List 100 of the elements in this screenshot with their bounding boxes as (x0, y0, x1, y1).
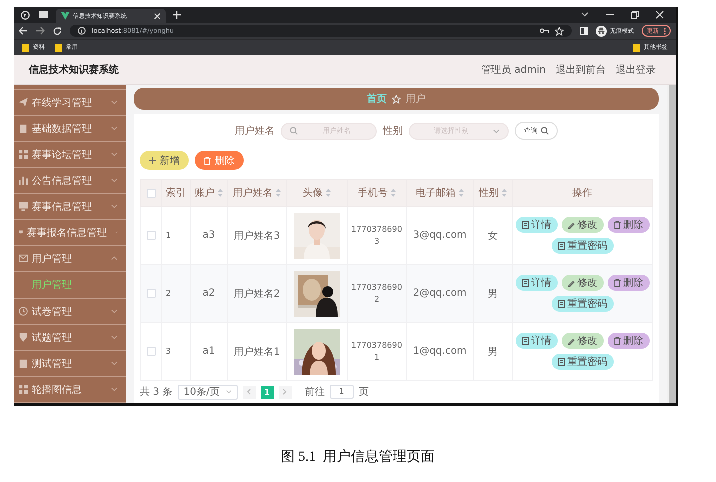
document-icon (558, 300, 564, 308)
close-icon[interactable] (154, 12, 161, 20)
user-label: 管理员 admin (481, 64, 546, 76)
menu-item[interactable]: 基础数据管理 (14, 116, 126, 142)
document-icon (558, 242, 564, 250)
grid-icon (19, 150, 28, 159)
menu-item[interactable]: 试题管理 (14, 325, 126, 351)
menu-item[interactable]: 在线学习管理 (14, 90, 126, 116)
checkbox[interactable] (146, 188, 156, 198)
table-cell: 3@qq.com (413, 230, 467, 241)
table-cell: 17703786901 (350, 340, 404, 364)
detail-button[interactable]: 详情 (516, 217, 558, 233)
table-cell: 1 (166, 231, 172, 240)
chevron-down-icon (111, 309, 118, 314)
add-button[interactable]: 新增 (140, 151, 189, 170)
monitor-icon (19, 202, 28, 211)
chevron-down-icon[interactable] (581, 12, 589, 18)
menu-item[interactable]: 公告信息管理 (14, 168, 126, 194)
table-cell: 用户姓名2 (234, 288, 280, 300)
chevron-up-icon (111, 256, 118, 261)
edit-button[interactable]: 修改 (562, 217, 604, 233)
header-link[interactable]: 退出到前台 (556, 62, 606, 76)
menu-item[interactable]: 试卷管理 (14, 299, 126, 325)
send-icon (19, 98, 28, 107)
chevron-down-icon (111, 335, 118, 340)
submenu-item[interactable]: 用户管理 (14, 272, 126, 299)
page-button[interactable]: 1 (260, 386, 274, 398)
delete-button[interactable]: 删除 (608, 217, 650, 233)
chevron-down-icon (111, 100, 118, 105)
page-size-select[interactable]: 10条/页 (178, 384, 238, 400)
pencil-icon (568, 338, 574, 344)
back-icon[interactable] (19, 27, 28, 35)
mail-icon (19, 254, 28, 263)
header-link[interactable]: 退出登录 (616, 62, 656, 76)
menu-item[interactable]: 轮播图信息 (14, 377, 126, 403)
detail-button[interactable]: 详情 (516, 333, 558, 349)
menu-item[interactable]: 赛事论坛管理 (14, 142, 126, 168)
incognito-icon (596, 26, 607, 36)
table-cell: 女 (488, 230, 498, 242)
search-icon (290, 127, 298, 135)
total-count: 共 3 条 (140, 386, 173, 399)
reset-password-button[interactable]: 重置密码 (552, 296, 614, 312)
detail-button[interactable]: 详情 (516, 275, 558, 291)
trash-icon (204, 156, 211, 164)
column-header[interactable]: 头像 (303, 186, 323, 200)
table-cell: 2 (166, 289, 172, 298)
field-label: 用户姓名 (235, 124, 275, 138)
chevron-down-icon (493, 128, 500, 134)
document-icon (522, 279, 528, 287)
menu-item[interactable]: 用户管理 (14, 246, 126, 272)
edit-button[interactable]: 修改 (562, 275, 604, 291)
trash-icon (614, 337, 620, 345)
document-icon (522, 337, 528, 345)
figure-caption: 图 5.1 用户信息管理页面 (280, 448, 436, 466)
edit-button[interactable]: 修改 (562, 333, 604, 349)
chevron-right-icon (283, 389, 288, 395)
chevron-down-icon (226, 390, 232, 394)
table-cell: a1 (202, 346, 216, 357)
tab-strip-icon[interactable] (37, 11, 51, 19)
delete-button[interactable]: 删除 (195, 151, 244, 170)
goto-page-field[interactable]: 1 (330, 385, 354, 399)
new-tab-icon[interactable] (173, 11, 181, 19)
scrollbar[interactable] (667, 85, 676, 403)
checkbox[interactable] (146, 288, 156, 298)
table-cell: 17703786902 (350, 282, 404, 306)
breadcrumb-link[interactable]: 首页 (367, 92, 387, 106)
delete-button[interactable]: 删除 (608, 275, 650, 291)
column-header: 操作 (572, 187, 592, 200)
side-panel-icon[interactable] (580, 27, 588, 35)
restore-icon[interactable] (631, 11, 639, 19)
reset-password-button[interactable]: 重置密码 (552, 354, 614, 370)
key-icon[interactable] (540, 28, 549, 34)
reset-password-button[interactable]: 重置密码 (552, 238, 614, 254)
pencil-icon (568, 280, 574, 286)
app-title: 信息技术知识赛系统 (29, 63, 119, 76)
chevron-down-icon (111, 204, 118, 209)
checkbox[interactable] (146, 230, 156, 240)
trash-icon (614, 221, 620, 229)
table-cell: 1@qq.com (413, 346, 467, 357)
menu-item[interactable]: 测试管理 (14, 351, 126, 377)
forward-icon[interactable] (36, 27, 45, 35)
star-icon (392, 94, 401, 104)
close-icon[interactable] (656, 11, 664, 19)
table-cell: a2 (202, 288, 216, 299)
delete-button[interactable]: 删除 (608, 333, 650, 349)
minimize-icon[interactable] (606, 14, 614, 16)
chevron-left-icon (247, 389, 252, 395)
folder-icon (55, 44, 62, 52)
menu-item[interactable]: 赛事报名信息管理 (14, 220, 126, 246)
plus-icon (149, 157, 156, 164)
checkbox[interactable] (146, 346, 156, 356)
goto-label: 前往 (304, 386, 325, 399)
info-icon (78, 27, 86, 35)
folder-icon (633, 44, 640, 52)
menu-item[interactable]: 赛事信息管理 (14, 194, 126, 220)
document-icon (522, 221, 528, 229)
star-icon[interactable] (555, 26, 564, 36)
reload-icon[interactable] (53, 26, 62, 36)
table-cell: 男 (488, 346, 498, 358)
chevron-down-icon (111, 126, 118, 131)
